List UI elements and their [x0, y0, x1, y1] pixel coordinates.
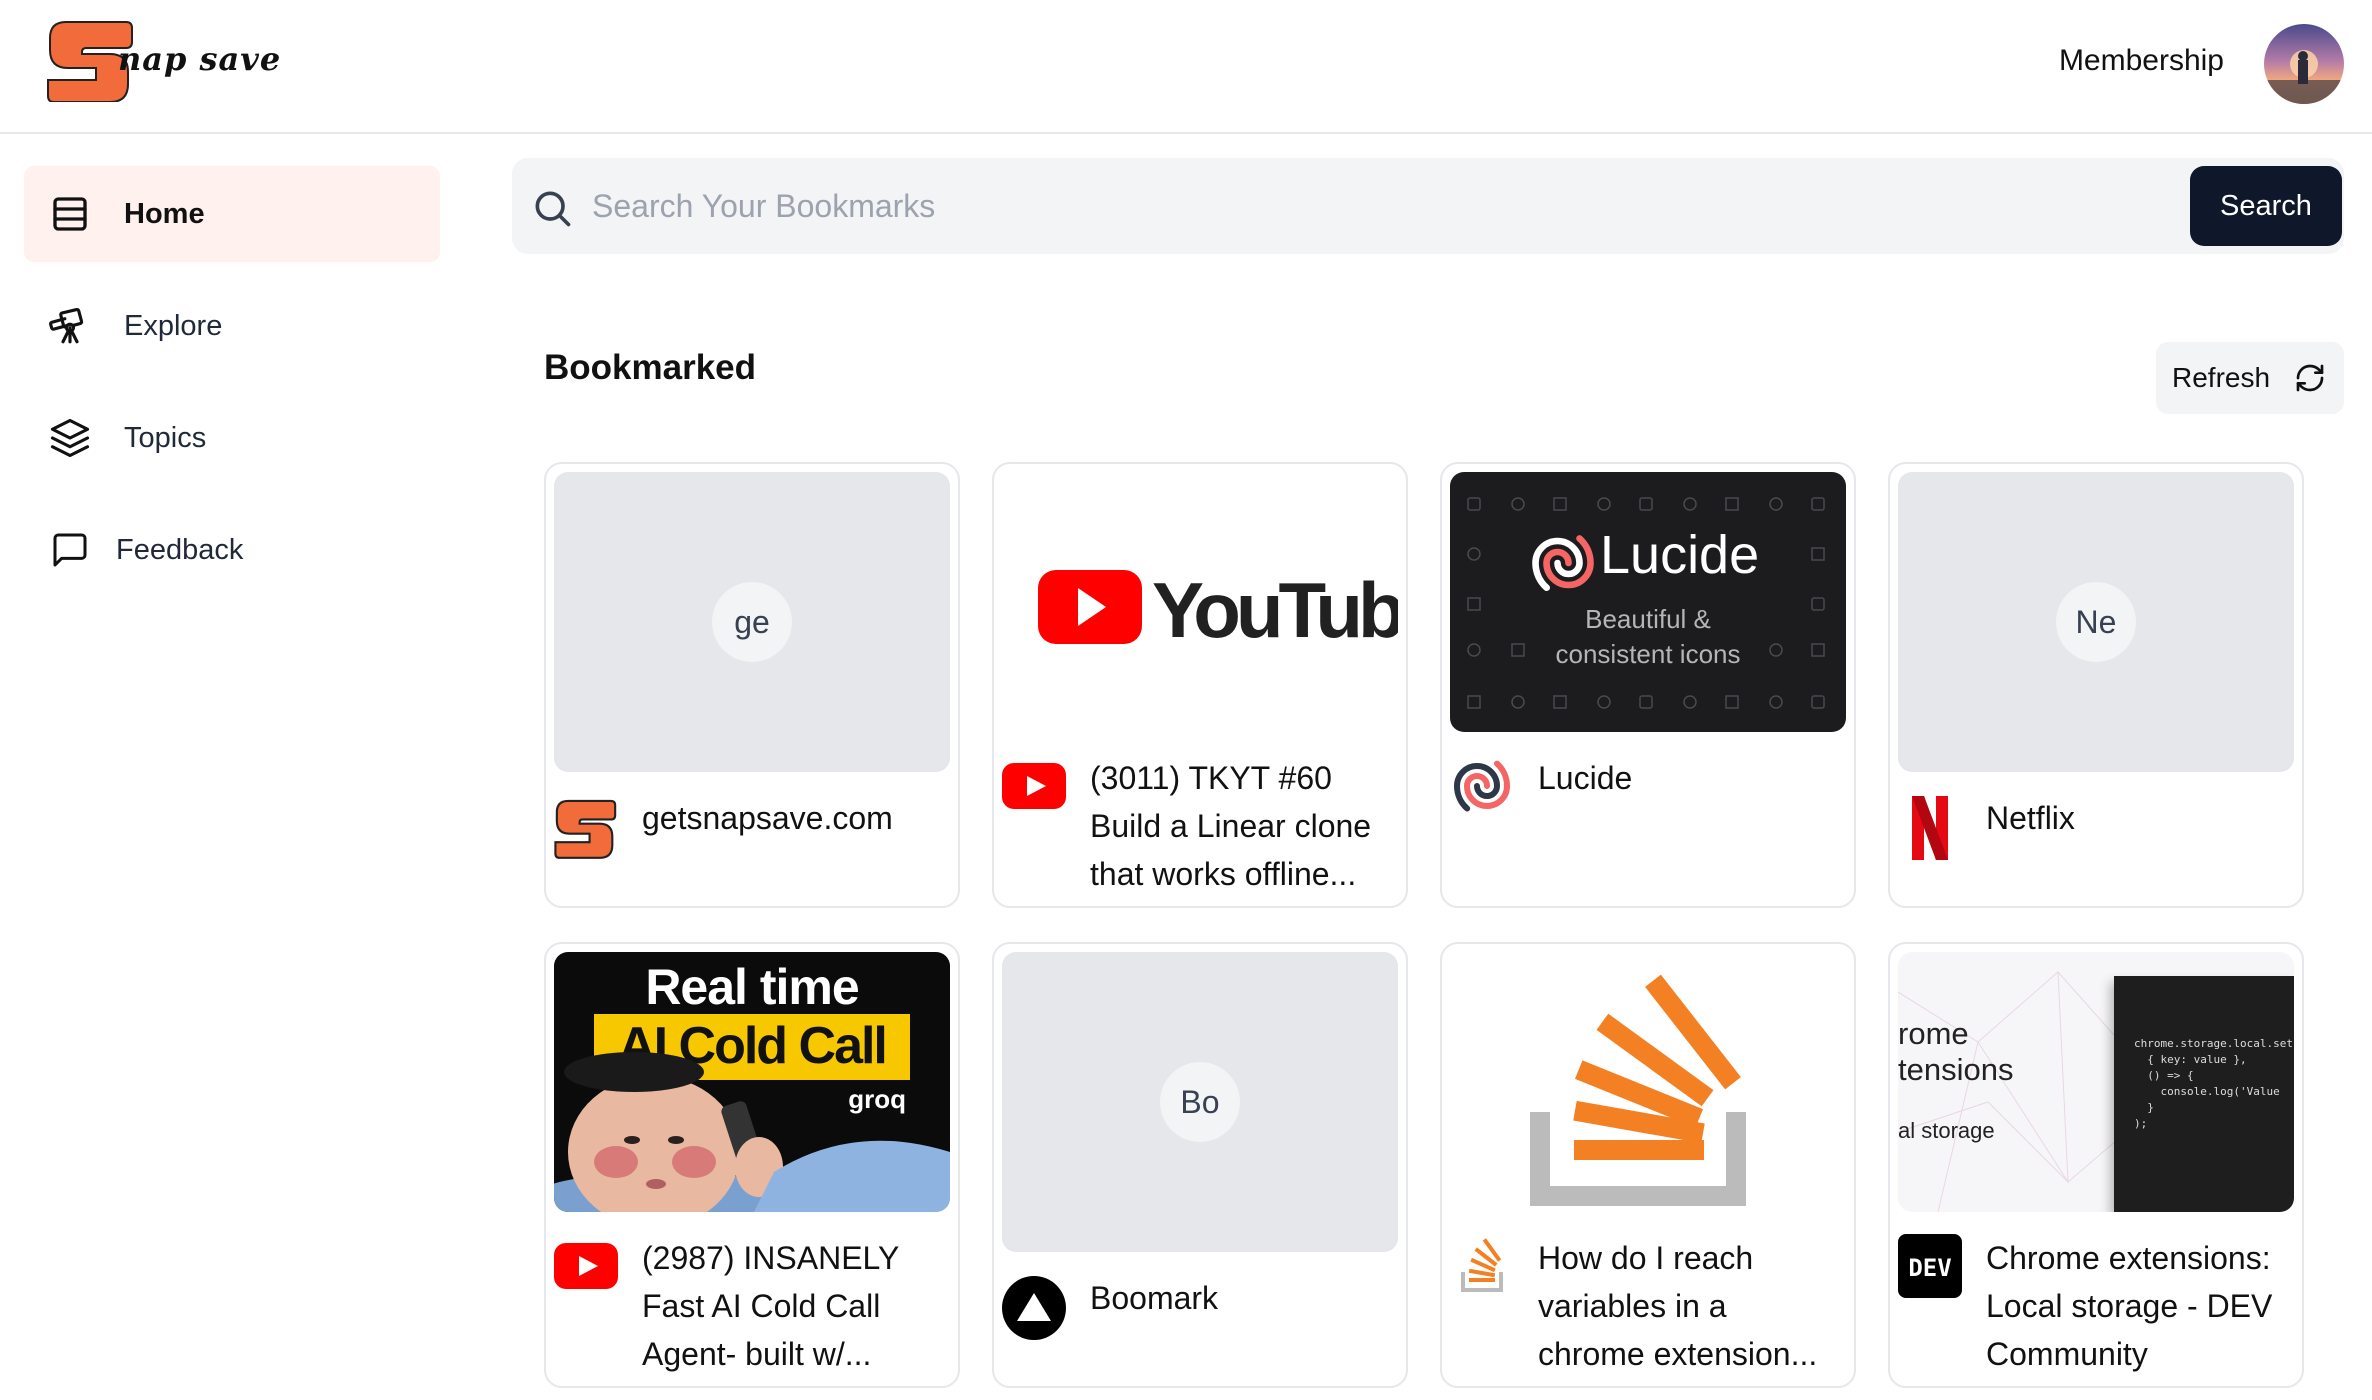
search-button[interactable]: Search: [2190, 166, 2342, 246]
thumbnail-initials: Bo: [1160, 1062, 1240, 1142]
lucide-tagline-line-1: Beautiful &: [1585, 604, 1711, 634]
sidebar-item-label: Home: [124, 197, 205, 230]
section-title: Bookmarked: [544, 348, 757, 387]
membership-link[interactable]: Membership: [2059, 44, 2224, 78]
card-title: Lucide: [1538, 760, 1633, 796]
youtube-logo-icon: YouTube: [1038, 566, 1398, 654]
lucide-tagline: Beautiful & consistent icons: [1450, 602, 1846, 672]
card-thumbnail: YouTube: [1002, 472, 1398, 732]
message-square-icon: [48, 528, 92, 572]
dev-icon: DEV: [1898, 1234, 1962, 1298]
search-bar: Search: [512, 158, 2344, 254]
top-header: nap save Membership: [0, 0, 2372, 134]
svg-text:DEV: DEV: [1908, 1254, 1951, 1282]
avatar-silhouette-icon: [2264, 50, 2344, 104]
sidebar: Home Explore Topics Feedback: [24, 166, 440, 614]
code-snippet: chrome.storage.local.set( { key: value }…: [2114, 976, 2294, 1212]
bookmark-card[interactable]: rome tensions al storage chrome.storage.…: [1888, 942, 2304, 1388]
card-title: Netflix: [1986, 800, 2075, 836]
card-thumbnail: Lucide Beautiful & consistent icons: [1450, 472, 1846, 732]
logo-text: nap save: [118, 40, 282, 78]
card-title: (2987) INSANELY Fast AI Cold Call Agent-…: [642, 1240, 899, 1372]
thumbnail-initials: Ne: [2056, 582, 2136, 662]
sidebar-item-label: Feedback: [116, 533, 244, 566]
bookmark-card[interactable]: Real time AI Cold Call groq (2987) INSAN…: [544, 942, 960, 1388]
telescope-icon: [48, 304, 92, 348]
card-title: Boomark: [1090, 1280, 1219, 1316]
baby-on-phone-illustration: [554, 1052, 950, 1212]
card-title: getsnapsave.com: [642, 800, 893, 836]
bookmark-card[interactable]: How do I reach variables in a chrome ext…: [1440, 942, 1856, 1388]
card-thumbnail: Real time AI Cold Call groq: [554, 952, 950, 1212]
refresh-label: Refresh: [2172, 362, 2271, 393]
card-thumbnail: Ne: [1898, 472, 2294, 772]
card-thumbnail: [1450, 952, 1846, 1212]
user-avatar[interactable]: [2264, 24, 2344, 104]
bookmark-card[interactable]: Ne Netflix: [1888, 462, 2304, 908]
card-title: How do I reach variables in a chrome ext…: [1538, 1240, 1818, 1372]
bookmark-card[interactable]: Lucide Beautiful & consistent icons Luci…: [1440, 462, 1856, 908]
stackoverflow-logo-icon: [1530, 974, 1746, 1206]
layers-icon: [48, 416, 92, 460]
sidebar-item-home[interactable]: Home: [24, 166, 440, 262]
sidebar-item-explore[interactable]: Explore: [24, 278, 440, 374]
snapsave-icon: [554, 796, 618, 860]
boomark-icon: [1002, 1276, 1066, 1340]
card-title: Chrome extensions: Local storage - DEV C…: [1986, 1240, 2273, 1372]
home-icon: [48, 192, 92, 236]
youtube-icon: [1002, 754, 1066, 818]
stackoverflow-icon: [1450, 1234, 1514, 1298]
search-icon: [530, 186, 574, 230]
sidebar-item-label: Explore: [124, 309, 223, 342]
sidebar-item-feedback[interactable]: Feedback: [24, 502, 440, 598]
sidebar-item-topics[interactable]: Topics: [24, 390, 440, 486]
thumbnail-heading-line-2: tensions: [1898, 1052, 2014, 1087]
search-input[interactable]: [592, 176, 2092, 236]
youtube-wordmark: YouTube: [1152, 566, 1398, 654]
bookmark-card[interactable]: Bo Boomark: [992, 942, 1408, 1388]
thumbnail-subheading: al storage: [1898, 1118, 1995, 1143]
card-title: (3011) TKYT #60 Build a Linear clone tha…: [1090, 760, 1372, 892]
lucide-tagline-line-2: consistent icons: [1555, 639, 1741, 669]
refresh-button[interactable]: Refresh: [2156, 342, 2344, 414]
bookmark-card[interactable]: ge getsnapsave.com: [544, 462, 960, 908]
lucide-logo-icon: [1532, 535, 1594, 592]
refresh-icon: [2294, 362, 2326, 394]
lucide-icon: [1450, 754, 1514, 818]
card-thumbnail: Bo: [1002, 952, 1398, 1252]
lucide-wordmark: Lucide: [1600, 525, 1760, 585]
card-thumbnail: ge: [554, 472, 950, 772]
netflix-icon: [1898, 796, 1962, 860]
sidebar-item-label: Topics: [124, 421, 207, 454]
thumbnail-heading-line-1: rome: [1898, 1016, 1969, 1051]
bookmark-card[interactable]: YouTube (3011) TKYT #60 Build a Linear c…: [992, 462, 1408, 908]
thumbnail-initials: ge: [712, 582, 792, 662]
card-thumbnail: rome tensions al storage chrome.storage.…: [1898, 952, 2294, 1212]
youtube-icon: [554, 1234, 618, 1298]
